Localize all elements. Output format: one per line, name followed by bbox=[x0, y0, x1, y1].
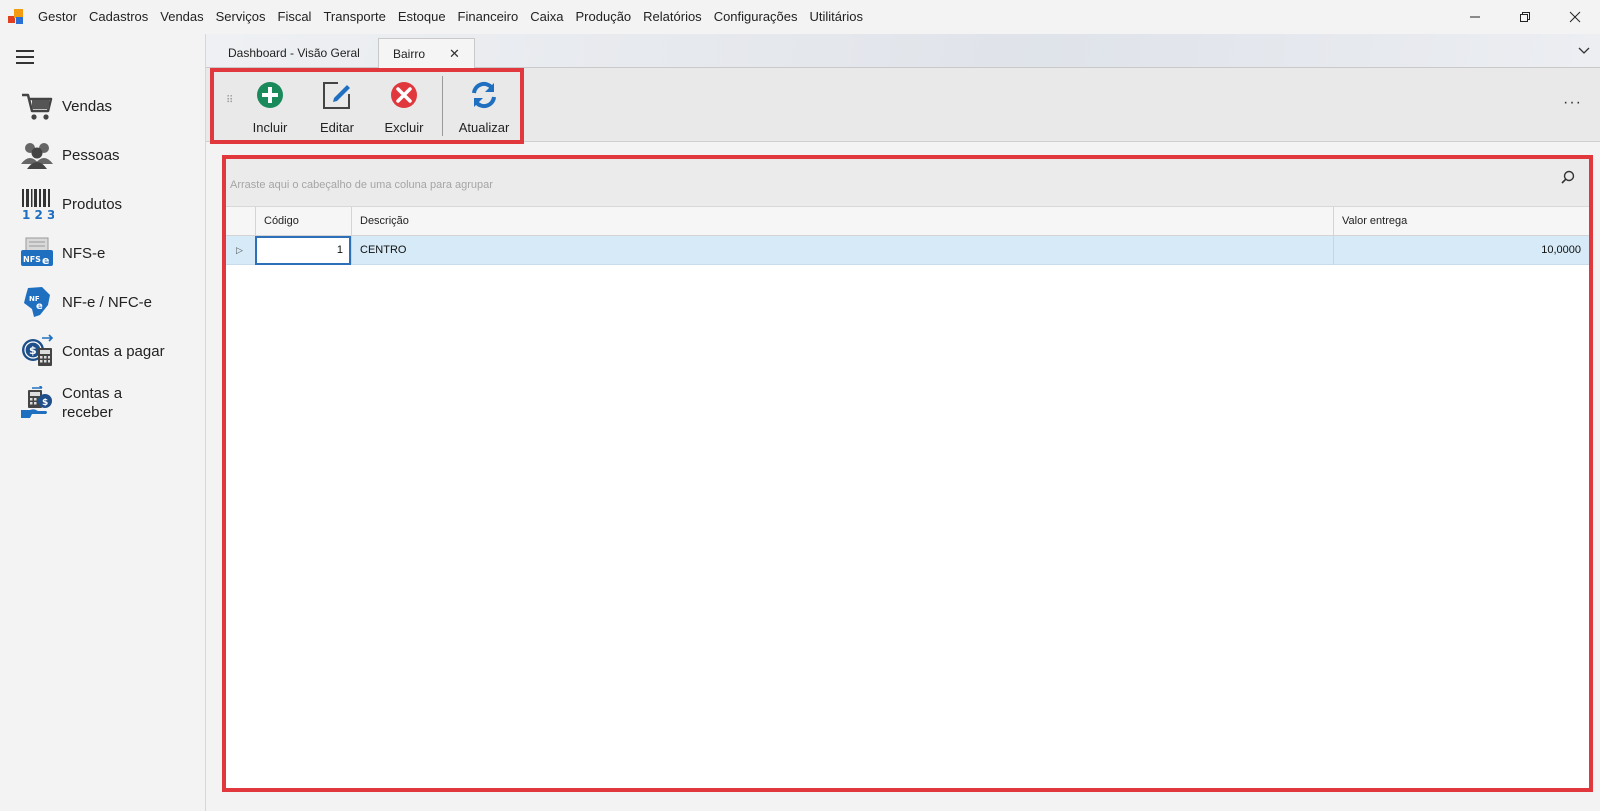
svg-text:e: e bbox=[42, 254, 49, 267]
svg-text:1 2 3: 1 2 3 bbox=[22, 208, 54, 221]
document-tabs: Dashboard - Visão Geral Bairro ✕ bbox=[206, 34, 1600, 69]
sidebar-item-label: Pessoas bbox=[62, 146, 120, 164]
menu-financeiro[interactable]: Financeiro bbox=[452, 0, 525, 34]
menu-servicos[interactable]: Serviços bbox=[210, 0, 272, 34]
app-logo-icon bbox=[8, 9, 24, 25]
toolbar-highlight-group: ⠿ Incluir Editar Excluir Atualizar bbox=[210, 68, 524, 144]
bills-receive-icon: $ bbox=[20, 386, 54, 420]
menu-bar: Gestor Cadastros Vendas Serviços Fiscal … bbox=[32, 0, 869, 34]
sidebar-item-nfe[interactable]: NF e NF-e / NFC-e bbox=[20, 285, 200, 319]
incluir-button[interactable]: Incluir bbox=[240, 80, 300, 140]
menu-configuracoes[interactable]: Configurações bbox=[708, 0, 804, 34]
hamburger-menu-icon[interactable] bbox=[16, 50, 34, 64]
tab-dashboard[interactable]: Dashboard - Visão Geral bbox=[214, 38, 374, 68]
incluir-label: Incluir bbox=[252, 120, 288, 135]
menu-vendas[interactable]: Vendas bbox=[154, 0, 209, 34]
ribbon-toolbar: ⠿ Incluir Editar Excluir Atualizar ··· bbox=[206, 68, 1600, 144]
refresh-icon bbox=[469, 80, 499, 110]
tab-label: Dashboard - Visão Geral bbox=[228, 46, 360, 60]
sidebar-item-produtos[interactable]: 1 2 3 Produtos bbox=[20, 187, 200, 221]
grid-header-row: Código Descrição Valor entrega bbox=[226, 207, 1589, 236]
menu-producao[interactable]: Produção bbox=[570, 0, 638, 34]
nfe-icon: NF e bbox=[20, 285, 54, 319]
atualizar-label: Atualizar bbox=[458, 120, 510, 135]
menu-cadastros[interactable]: Cadastros bbox=[83, 0, 154, 34]
menu-relatorios[interactable]: Relatórios bbox=[637, 0, 708, 34]
row-indicator-header bbox=[226, 207, 255, 236]
editar-button[interactable]: Editar bbox=[307, 80, 367, 140]
svg-text:NFS: NFS bbox=[23, 255, 41, 264]
group-by-panel[interactable]: Arraste aqui o cabeçalho de uma coluna p… bbox=[226, 159, 1589, 207]
sidebar-item-label: Vendas bbox=[62, 97, 113, 115]
restore-icon bbox=[1520, 12, 1530, 22]
bills-pay-icon: $ bbox=[20, 334, 54, 368]
sidebar-item-label: NF-e / NFC-e bbox=[62, 293, 152, 311]
drag-handle-icon[interactable]: ⠿ bbox=[226, 96, 234, 112]
excluir-button[interactable]: Excluir bbox=[374, 80, 434, 140]
table-row[interactable]: ▷ 1 CENTRO 10,0000 bbox=[226, 236, 1589, 265]
column-header-descricao[interactable]: Descrição bbox=[351, 207, 1333, 236]
minimize-button[interactable] bbox=[1450, 0, 1500, 34]
menu-transporte[interactable]: Transporte bbox=[317, 0, 391, 34]
more-options-icon[interactable]: ··· bbox=[1563, 94, 1582, 112]
nfse-icon: NFS e bbox=[20, 236, 54, 270]
sidebar-item-vendas[interactable]: Vendas bbox=[20, 89, 200, 123]
barcode-icon: 1 2 3 bbox=[20, 187, 54, 221]
data-grid: Arraste aqui o cabeçalho de uma coluna p… bbox=[222, 155, 1593, 792]
sidebar-item-label: Produtos bbox=[62, 195, 123, 213]
sidebar-item-label: Contas a receber bbox=[62, 385, 123, 421]
sidebar-item-pessoas[interactable]: Pessoas bbox=[20, 138, 200, 172]
menu-estoque[interactable]: Estoque bbox=[392, 0, 452, 34]
svg-text:$: $ bbox=[29, 344, 37, 357]
sidebar-item-nfse[interactable]: NFS e NFS-e bbox=[20, 236, 200, 270]
tab-label: Bairro bbox=[393, 47, 426, 61]
tab-bairro[interactable]: Bairro ✕ bbox=[378, 38, 475, 69]
sidebar-item-label: Contas a pagar bbox=[62, 342, 165, 360]
people-icon bbox=[20, 138, 54, 172]
search-icon[interactable] bbox=[1561, 170, 1575, 184]
sidebar-item-contas-receber[interactable]: $ Contas a receber bbox=[20, 384, 170, 422]
svg-text:e: e bbox=[36, 301, 43, 312]
menu-fiscal[interactable]: Fiscal bbox=[272, 0, 318, 34]
column-header-valor-entrega[interactable]: Valor entrega bbox=[1333, 207, 1589, 236]
add-circle-icon bbox=[255, 80, 285, 110]
menu-utilitarios[interactable]: Utilitários bbox=[804, 0, 869, 34]
column-header-codigo[interactable]: Código bbox=[255, 207, 351, 236]
editar-label: Editar bbox=[320, 120, 354, 135]
window-controls bbox=[1450, 0, 1600, 34]
cell-valor-entrega[interactable]: 10,0000 bbox=[1333, 236, 1589, 265]
title-bar: Gestor Cadastros Vendas Serviços Fiscal … bbox=[0, 0, 1600, 34]
group-by-placeholder: Arraste aqui o cabeçalho de uma coluna p… bbox=[230, 179, 493, 191]
sidebar-item-label: NFS-e bbox=[62, 244, 106, 262]
restore-button[interactable] bbox=[1500, 0, 1550, 34]
atualizar-button[interactable]: Atualizar bbox=[454, 80, 514, 140]
close-icon[interactable]: ✕ bbox=[449, 46, 460, 62]
cell-descricao[interactable]: CENTRO bbox=[351, 236, 1333, 265]
svg-text:$: $ bbox=[42, 398, 48, 408]
row-indicator-icon: ▷ bbox=[236, 245, 243, 255]
cell-codigo[interactable]: 1 bbox=[255, 236, 351, 265]
delete-circle-icon bbox=[389, 80, 419, 110]
shopping-cart-icon bbox=[20, 89, 54, 123]
sidebar: Vendas Pessoas 1 2 3 Produtos NFS e NFS-… bbox=[0, 34, 206, 811]
minimize-icon bbox=[1470, 16, 1480, 18]
toolbar-separator bbox=[442, 76, 443, 136]
close-icon bbox=[1569, 11, 1581, 23]
excluir-label: Excluir bbox=[384, 120, 424, 135]
edit-icon bbox=[322, 80, 352, 110]
menu-caixa[interactable]: Caixa bbox=[524, 0, 569, 34]
close-window-button[interactable] bbox=[1550, 0, 1600, 34]
chevron-down-icon[interactable] bbox=[1578, 44, 1590, 56]
app-name-label[interactable]: Gestor bbox=[32, 0, 83, 34]
sidebar-item-contas-pagar[interactable]: $ Contas a pagar bbox=[20, 334, 200, 368]
